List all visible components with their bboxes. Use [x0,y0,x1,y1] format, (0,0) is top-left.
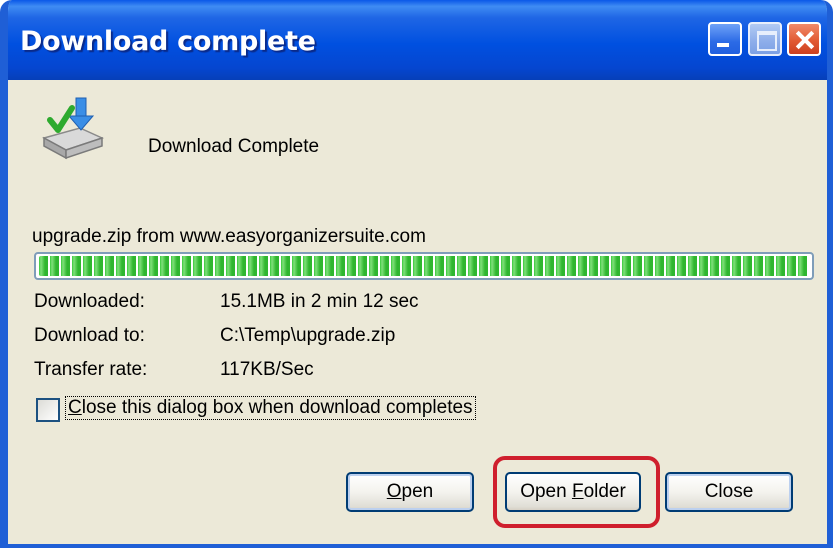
close-on-complete-checkbox[interactable] [36,398,60,422]
close-on-complete-label[interactable]: Close this dialog box when download comp… [65,396,476,420]
close-window-button[interactable] [787,22,821,56]
download-complete-disk-icon [42,97,105,160]
downloaded-value: 15.1MB in 2 min 12 sec [220,291,419,312]
download-to-value: C:\Temp\upgrade.zip [220,325,396,346]
header-title: Download Complete [148,136,320,157]
download-to-label: Download to: [34,325,145,346]
progress-fill [39,256,809,276]
open-folder-button[interactable]: Open Folder [505,472,641,512]
maximize-button[interactable] [748,22,782,56]
close-button[interactable]: Close [665,472,793,512]
open-button[interactable]: Open [346,472,474,512]
title-bar[interactable]: Download complete [8,0,827,80]
download-dialog: Download complete Download Complete upgr… [0,0,833,548]
downloaded-label: Downloaded: [34,291,145,312]
transfer-rate-value: 117KB/Sec [220,359,314,380]
download-progress-bar [34,252,814,280]
minimize-button[interactable] [708,22,742,56]
transfer-rate-label: Transfer rate: [34,359,148,380]
file-source-text: upgrade.zip from www.easyorganizersuite.… [32,226,426,247]
window-title: Download complete [20,26,316,57]
dialog-body: Download Complete upgrade.zip from www.e… [8,80,827,544]
